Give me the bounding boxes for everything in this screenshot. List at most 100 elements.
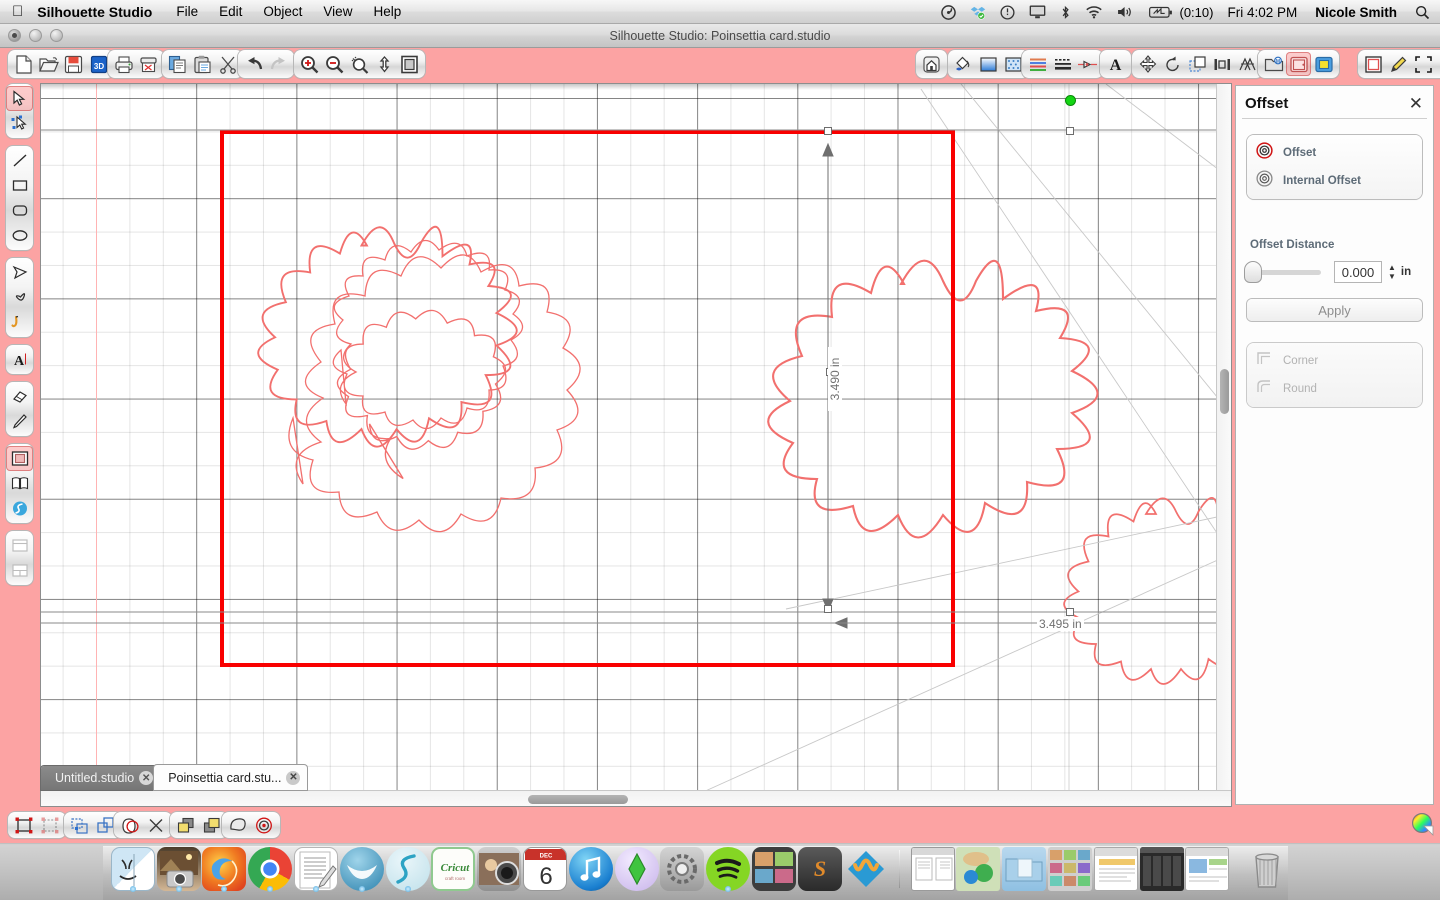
store-tool[interactable] [6,496,33,521]
make-compound-path-button[interactable] [67,814,93,837]
dock-spotify[interactable] [705,846,751,893]
selection-handle-top[interactable] [824,127,832,135]
menu-view[interactable]: View [323,4,352,19]
dock-chrome[interactable] [247,846,293,893]
stepper-down-icon[interactable]: ▼ [1388,273,1396,281]
reg-marks-icon[interactable] [1411,52,1436,76]
offset-panel-icon[interactable] [1286,52,1311,76]
spotlight-search-icon[interactable] [1415,5,1430,20]
menubar-username[interactable]: Nicole Smith [1315,5,1397,20]
rotate-icon[interactable] [1160,52,1185,76]
green-rotation-handle[interactable] [1065,95,1076,106]
eraser-tool[interactable] [6,384,33,409]
pan-hand-icon[interactable] [372,52,397,76]
text-tool[interactable]: A [6,347,33,372]
dock-craft-window[interactable] [955,846,1001,893]
dock-itunes[interactable] [568,846,614,893]
minimize-window-button[interactable] [29,29,42,42]
pencil-cut-icon[interactable] [1386,52,1411,76]
canvas-horizontal-scrollbar[interactable] [41,790,1231,806]
gradient-icon[interactable] [976,52,1001,76]
offset-mode-row[interactable]: Offset [1247,139,1422,167]
close-icon[interactable]: ✕ [286,770,301,785]
fill-panel-tool[interactable] [6,446,33,471]
dock-dark-window[interactable] [1139,846,1185,893]
corner-option-row[interactable]: Corner [1247,347,1422,375]
paste-button[interactable] [190,52,215,76]
trace-icon[interactable] [1311,52,1336,76]
copy-button[interactable] [165,52,190,76]
selection-handle-bottom[interactable] [824,605,832,613]
select-tool[interactable] [6,86,33,111]
paint-bucket-icon[interactable] [951,52,976,76]
close-icon[interactable]: ✕ [139,771,154,785]
rounded-rect-tool[interactable] [6,198,33,223]
menu-help[interactable]: Help [373,4,401,19]
dock-wacom[interactable] [843,846,889,893]
offset-distance-stepper[interactable]: ▲ ▼ [1388,264,1396,281]
selection-handle-right-bottom[interactable] [1066,608,1074,616]
scissors-icon[interactable] [215,52,240,76]
offset-distance-input[interactable]: 0.000 [1334,261,1382,283]
bluetooth-icon[interactable] [1060,5,1071,20]
dock-silhouette-studio[interactable] [385,846,431,893]
redo-arrow-icon[interactable] [266,52,291,76]
dock-scrivener[interactable]: S [797,846,843,893]
dropbox-icon[interactable] [970,5,986,20]
offset-target-icon[interactable] [251,814,277,837]
window-controls[interactable] [8,29,63,42]
volume-icon[interactable] [1117,5,1135,19]
magnifier-plus-icon[interactable] [297,52,322,76]
menu-file[interactable]: File [176,4,198,19]
edit-points-tool[interactable] [6,111,33,136]
freehand-pen-tool[interactable] [6,310,33,335]
horizontal-scrollbar-thumb[interactable] [528,795,628,804]
menu-edit[interactable]: Edit [219,4,242,19]
grid-icon[interactable] [1436,52,1440,76]
menubar-clock[interactable]: Fri 4:02 PM [1227,5,1297,20]
panel-layout-tool[interactable] [6,558,33,583]
display-icon[interactable] [1029,5,1046,19]
dock-browser-window-1[interactable] [1093,846,1139,893]
dock-photos-stack[interactable] [1047,846,1093,893]
wifi-icon[interactable] [1085,5,1103,19]
magnifier-minus-icon[interactable] [322,52,347,76]
subtract-x-icon[interactable] [143,814,169,837]
text-a-icon[interactable]: A [1103,52,1128,76]
scale-icon[interactable] [1185,52,1210,76]
dock-photobooth[interactable] [476,846,522,893]
round-option-row[interactable]: Round [1247,375,1422,403]
line-color-icon[interactable] [1025,52,1050,76]
dock-system-preferences[interactable] [660,846,706,893]
apple-logo-icon[interactable]:  [12,4,23,19]
page-setup-tool[interactable] [6,533,33,558]
dock-textedit[interactable] [293,846,339,893]
line-style-icon[interactable] [1050,52,1075,76]
move-arrows-icon[interactable] [1135,52,1160,76]
rectangle-tool[interactable] [6,173,33,198]
tab-untitled[interactable]: Untitled.studio ✕ [41,766,161,790]
ellipse-tool[interactable] [6,223,33,248]
internal-offset-mode-row[interactable]: Internal Offset [1247,167,1422,195]
dock-downloads-folder[interactable] [1001,846,1047,893]
knife-tool[interactable] [6,409,33,434]
group-button[interactable] [11,814,37,837]
weld-button[interactable] [117,814,143,837]
dock-openoffice[interactable] [339,846,385,893]
tab-poinsettia-card[interactable]: Poinsettia card.stu... ✕ [154,765,308,790]
line-tool[interactable] [6,148,33,173]
battery-icon[interactable] [1149,6,1173,19]
send-to-silhouette-button[interactable] [136,52,161,76]
dock-documents-window[interactable] [910,846,956,893]
maximize-window-button[interactable] [50,29,63,42]
align-icon[interactable] [1210,52,1235,76]
menu-app-name[interactable]: Silhouette Studio [37,4,152,20]
polygon-tool[interactable] [6,260,33,285]
dock-cricut[interactable]: Cricut craft room [431,846,477,893]
page-setup-icon[interactable] [1361,52,1386,76]
clock-icon[interactable] [1000,4,1016,20]
sketch-pen-icon[interactable] [1075,52,1100,76]
design-canvas[interactable]: 3.490 in 3.495 in [41,84,1231,806]
open-document-button[interactable] [36,52,61,76]
wheel-icon[interactable] [941,4,957,20]
